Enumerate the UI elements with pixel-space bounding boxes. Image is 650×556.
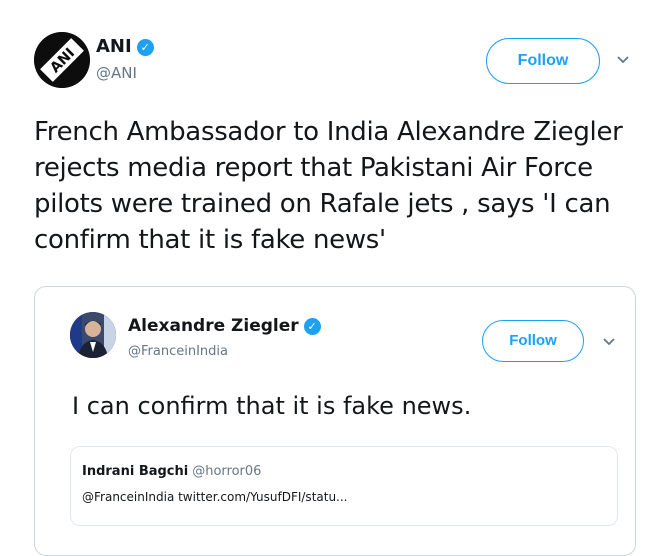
follow-button[interactable]: Follow	[486, 38, 600, 84]
tweet-author-handle[interactable]: @ANI	[96, 64, 137, 82]
quoted-tweet-text: I can confirm that it is fake news.	[72, 392, 472, 420]
nested-author[interactable]: Indrani Bagchi @horror06	[82, 464, 261, 479]
nested-author-handle[interactable]: @horror06	[192, 464, 261, 479]
profile-photo-icon	[70, 312, 116, 358]
ani-logo-icon: ANI	[34, 32, 90, 88]
chevron-down-icon[interactable]	[616, 50, 630, 69]
ani-avatar[interactable]: ANI	[34, 32, 90, 88]
chevron-down-icon[interactable]	[602, 332, 616, 351]
tweet-text: French Ambassador to India Alexandre Zie…	[34, 117, 623, 255]
quoted-author-handle[interactable]: @FranceinIndia	[128, 344, 228, 359]
author-name-text[interactable]: ANI	[96, 36, 132, 57]
quoted-author-name-text[interactable]: Alexandre Ziegler	[128, 316, 299, 336]
ziegler-avatar[interactable]	[70, 312, 116, 358]
quoted-author-name[interactable]: Alexandre Ziegler ✓	[128, 316, 321, 336]
nested-tweet-text[interactable]: @FranceinIndia twitter.com/YusufDFI/stat…	[82, 490, 348, 504]
tweet-author-name[interactable]: ANI ✓	[96, 36, 154, 57]
verified-badge-icon: ✓	[136, 39, 154, 56]
quoted-follow-button[interactable]: Follow	[482, 320, 584, 362]
nested-quoted-tweet[interactable]	[70, 446, 618, 526]
nested-author-name[interactable]: Indrani Bagchi	[82, 464, 188, 479]
verified-badge-icon: ✓	[303, 318, 321, 335]
